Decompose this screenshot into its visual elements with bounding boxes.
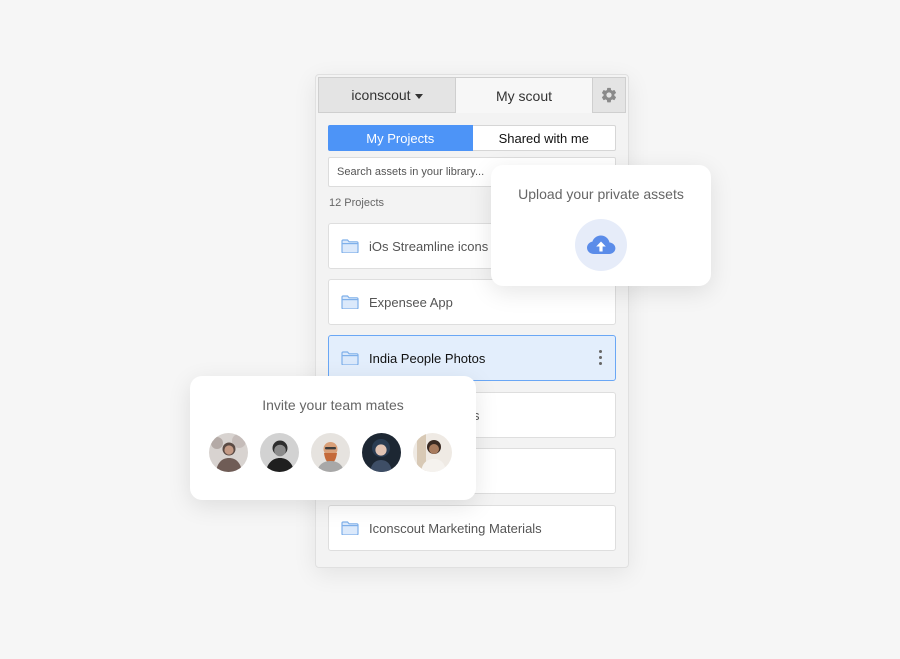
invite-title: Invite your team mates: [262, 397, 404, 413]
avatar[interactable]: [413, 433, 452, 472]
caret-down-icon: [414, 93, 423, 99]
avatar[interactable]: [209, 433, 248, 472]
account-dropdown[interactable]: iconscout: [318, 77, 455, 113]
settings-button[interactable]: [593, 77, 626, 113]
project-label: India People Photos: [369, 350, 486, 366]
cloud-upload-icon: [587, 235, 616, 254]
upload-title: Upload your private assets: [518, 186, 684, 202]
project-item-selected[interactable]: India People Photos: [328, 335, 616, 381]
folder-icon: [341, 295, 359, 309]
more-options-icon[interactable]: [599, 350, 603, 365]
upload-button[interactable]: [575, 219, 627, 271]
tab-shared-with-me[interactable]: Shared with me: [472, 125, 616, 151]
invite-card: Invite your team mates: [190, 376, 476, 500]
project-label: Expensee App: [369, 294, 453, 310]
tab-my-scout[interactable]: My scout: [455, 77, 593, 113]
projects-count: 12 Projects: [329, 197, 385, 209]
project-label: Iconscout Marketing Materials: [369, 520, 542, 536]
project-tabs: My Projects Shared with me: [328, 125, 616, 151]
upload-card: Upload your private assets: [491, 165, 711, 286]
tab-my-projects[interactable]: My Projects: [328, 125, 473, 151]
account-label: iconscout: [351, 87, 411, 103]
project-label: iOs Streamline icons: [369, 238, 489, 254]
project-item[interactable]: Iconscout Marketing Materials: [328, 505, 616, 551]
folder-icon: [341, 239, 359, 253]
avatar[interactable]: [362, 433, 401, 472]
folder-icon: [341, 521, 359, 535]
avatar[interactable]: [260, 433, 299, 472]
panel-topbar: iconscout My scout: [318, 77, 626, 113]
tab-my-scout-label: My scout: [495, 87, 552, 104]
avatar-list: [209, 433, 452, 472]
gear-icon: [601, 87, 617, 103]
folder-icon: [341, 351, 359, 365]
avatar[interactable]: [311, 433, 350, 472]
